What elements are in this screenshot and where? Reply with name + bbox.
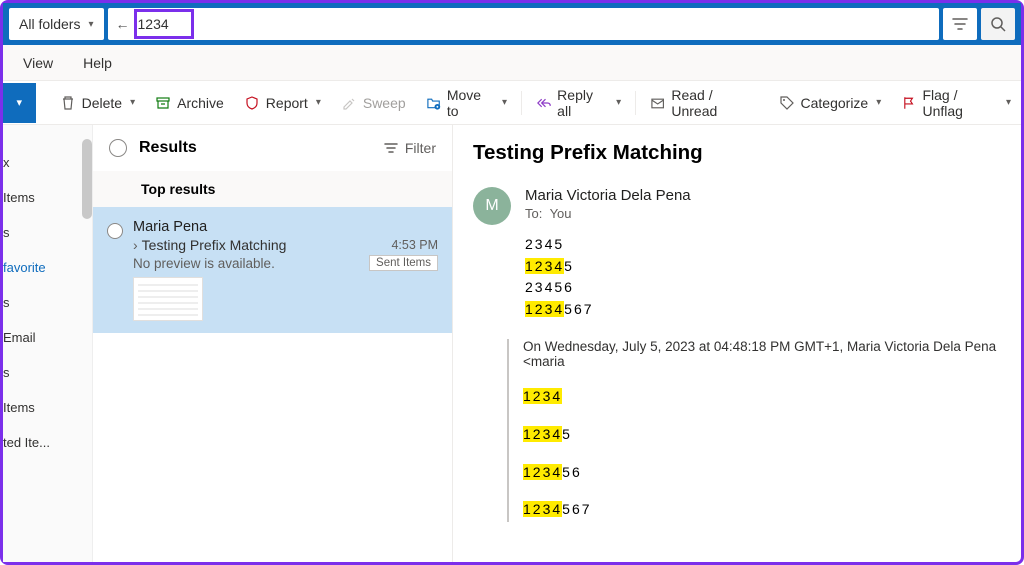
folder-scope-label: All folders — [19, 16, 80, 32]
back-arrow-icon[interactable]: ← — [116, 16, 130, 32]
message-from: Maria Pena — [133, 219, 207, 235]
trash-icon — [60, 95, 76, 111]
sender-name: Maria Victoria Dela Pena — [525, 187, 691, 204]
search-icon — [990, 16, 1006, 32]
search-button[interactable] — [981, 8, 1015, 40]
chevron-down-icon: ▾ — [502, 97, 507, 108]
text-line: 1234 — [523, 387, 1021, 409]
text-line: 1234567 — [523, 500, 1021, 522]
sidebar-scrollbar[interactable] — [82, 139, 92, 219]
delete-button[interactable]: Delete ▾ — [50, 83, 146, 123]
toolbar: ▾ Delete ▾ Archive Report ▾ Sweep Move t… — [3, 81, 1021, 125]
search-bar: All folders ▾ ← — [3, 3, 1021, 45]
tag-icon — [779, 95, 795, 111]
chevron-right-icon: › — [133, 237, 138, 253]
text-line: 2345 — [525, 235, 1021, 257]
flag-icon — [901, 95, 916, 111]
reading-subject: Testing Prefix Matching — [473, 141, 1021, 165]
menu-view[interactable]: View — [23, 55, 53, 71]
replyall-button[interactable]: Reply all ▾ — [526, 83, 631, 123]
filter-icon — [383, 140, 399, 156]
shield-icon — [244, 95, 260, 111]
reading-pane: Testing Prefix Matching M Maria Victoria… — [453, 125, 1021, 562]
chevron-down-icon: ▾ — [17, 96, 23, 109]
message-body: Maria Pena › Testing Prefix Matching 4:5… — [133, 219, 438, 321]
folder-move-icon — [426, 95, 441, 111]
message-item[interactable]: Maria Pena › Testing Prefix Matching 4:5… — [93, 207, 452, 333]
to-line: To: You — [525, 206, 691, 221]
search-filter-button[interactable] — [943, 8, 977, 40]
text-line: 12345 — [523, 425, 1021, 447]
menu-help[interactable]: Help — [83, 55, 112, 71]
filter-icon — [952, 16, 968, 32]
flag-button[interactable]: Flag / Unflag ▾ — [891, 83, 1021, 123]
text-line: 123456 — [523, 463, 1021, 485]
sidebar-item[interactable]: s — [3, 215, 92, 250]
chevron-down-icon: ▾ — [130, 97, 135, 108]
search-input[interactable] — [138, 16, 932, 32]
sidebar-item[interactable]: Email — [3, 320, 92, 355]
moveto-button[interactable]: Move to ▾ — [416, 83, 517, 123]
archive-button[interactable]: Archive — [145, 83, 234, 123]
sidebar-item[interactable]: ted Ite... — [3, 425, 92, 460]
text-line: 12345 — [525, 257, 1021, 279]
report-button[interactable]: Report ▾ — [234, 83, 331, 123]
sidebar-item-favorite[interactable]: favorite — [3, 250, 92, 285]
top-results-label: Top results — [93, 171, 452, 207]
separator — [635, 91, 636, 115]
filter-button[interactable]: Filter — [383, 140, 436, 156]
sidebar-item[interactable]: Items — [3, 390, 92, 425]
text-line: 1234567 — [525, 300, 1021, 322]
sidebar-item[interactable]: s — [3, 355, 92, 390]
folder-sidebar: x Items s favorite s Email s Items ted I… — [3, 125, 93, 562]
select-all-checkbox[interactable] — [109, 139, 127, 157]
chevron-down-icon: ▾ — [876, 97, 881, 108]
sweep-button[interactable]: Sweep — [331, 83, 416, 123]
reply-all-icon — [536, 95, 551, 111]
chevron-down-icon: ▾ — [1006, 97, 1011, 108]
folder-scope-dropdown[interactable]: All folders ▾ — [9, 8, 104, 40]
menu-bar: View Help — [3, 45, 1021, 81]
sidebar-item[interactable]: s — [3, 285, 92, 320]
sender-avatar[interactable]: M — [473, 187, 511, 225]
quoted-block: On Wednesday, July 5, 2023 at 04:48:18 P… — [507, 339, 1021, 521]
message-time: 4:53 PM — [391, 238, 438, 252]
chevron-down-icon: ▾ — [616, 97, 621, 108]
message-preview: No preview is available. — [133, 256, 275, 271]
text-line: 23456 — [525, 278, 1021, 300]
sweep-icon — [341, 95, 357, 111]
results-title: Results — [139, 139, 371, 157]
categorize-button[interactable]: Categorize ▾ — [769, 83, 892, 123]
readunread-button[interactable]: Read / Unread — [640, 83, 768, 123]
envelope-icon — [650, 95, 665, 111]
chevron-down-icon: ▾ — [88, 19, 93, 30]
folder-badge: Sent Items — [369, 255, 438, 271]
message-subject: Testing Prefix Matching — [142, 237, 287, 253]
attachment-thumbnail[interactable] — [133, 277, 203, 321]
sidebar-item[interactable]: x — [3, 145, 92, 180]
search-input-wrap: ← — [108, 8, 940, 40]
message-body-block: 234512345234561234567 — [525, 235, 1021, 321]
chevron-down-icon: ▾ — [316, 97, 321, 108]
reading-header: M Maria Victoria Dela Pena To: You — [473, 187, 1021, 225]
separator — [521, 91, 522, 115]
archive-icon — [155, 95, 171, 111]
results-header: Results Filter — [93, 125, 452, 171]
new-mail-dropdown[interactable]: ▾ — [3, 83, 36, 123]
sidebar-item[interactable]: Items — [3, 180, 92, 215]
message-select[interactable] — [107, 223, 123, 239]
results-column: Results Filter Top results Maria Pena › … — [93, 125, 453, 562]
main-area: x Items s favorite s Email s Items ted I… — [3, 125, 1021, 562]
quoted-header: On Wednesday, July 5, 2023 at 04:48:18 P… — [523, 339, 1021, 369]
